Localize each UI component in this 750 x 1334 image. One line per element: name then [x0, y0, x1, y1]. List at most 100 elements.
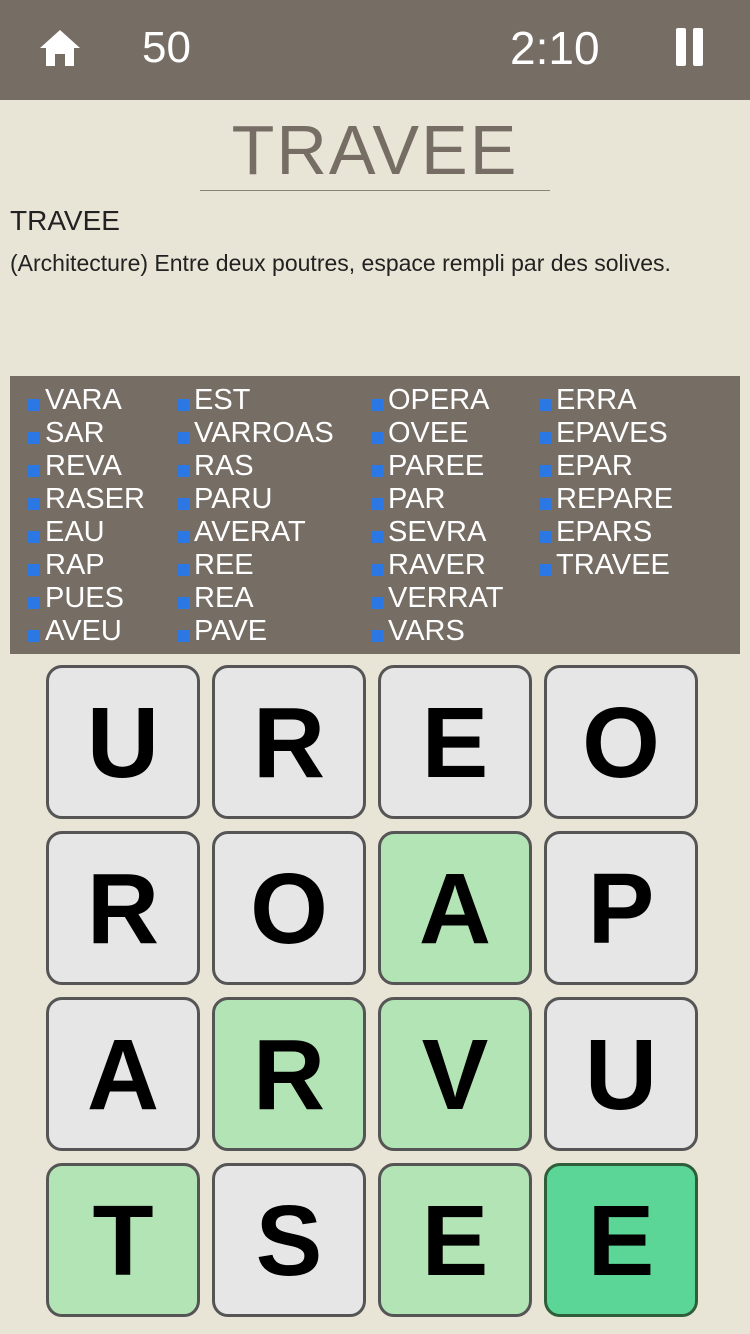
word-bullet-icon	[539, 498, 551, 510]
found-word-label: VERRAT	[388, 582, 504, 614]
word-bullet-icon	[28, 399, 40, 411]
found-word[interactable]: PARU	[177, 483, 334, 516]
found-word[interactable]: VARS	[371, 615, 503, 648]
word-bullet-icon	[28, 564, 40, 576]
found-word-label: SAR	[45, 417, 105, 449]
word-bullet-icon	[28, 597, 40, 609]
word-bullet-icon	[177, 399, 189, 411]
letter-tile[interactable]: A	[378, 831, 532, 985]
found-word-label: RAVER	[388, 549, 486, 581]
word-bullet-icon	[539, 564, 551, 576]
home-button[interactable]	[38, 27, 82, 69]
word-bullet-icon	[177, 498, 189, 510]
found-word-label: EAU	[45, 516, 105, 548]
letter-tile[interactable]: S	[212, 1163, 366, 1317]
found-word-label: PUES	[45, 582, 124, 614]
letter-tile[interactable]: O	[212, 831, 366, 985]
found-word[interactable]: PAR	[371, 483, 503, 516]
letter-tile[interactable]: E	[544, 1163, 698, 1317]
found-word[interactable]: PUES	[28, 582, 145, 615]
definition-text: (Architecture) Entre deux poutres, espac…	[10, 250, 671, 276]
found-word[interactable]: OVEE	[371, 417, 503, 450]
found-word[interactable]: SEVRA	[371, 516, 503, 549]
found-word[interactable]: RAP	[28, 549, 145, 582]
word-bullet-icon	[28, 630, 40, 642]
word-bullet-icon	[177, 531, 189, 543]
word-bullet-icon	[28, 465, 40, 477]
letter-tile[interactable]: E	[378, 665, 532, 819]
found-word[interactable]: TRAVEE	[539, 549, 673, 582]
letter-tile[interactable]: R	[46, 831, 200, 985]
found-word-label: VARA	[45, 384, 122, 416]
found-word-label: REVA	[45, 450, 122, 482]
found-word-label: VARS	[388, 615, 465, 647]
found-word-label: REPARE	[556, 483, 674, 515]
word-bullet-icon	[28, 498, 40, 510]
word-bullet-icon	[177, 630, 189, 642]
found-word[interactable]: REE	[177, 549, 334, 582]
found-word[interactable]: EAU	[28, 516, 145, 549]
found-word-label: OVEE	[388, 417, 469, 449]
found-word[interactable]: EPAR	[539, 450, 673, 483]
found-word-label: PARU	[194, 483, 273, 515]
found-word[interactable]: RASER	[28, 483, 145, 516]
current-word-title: TRAVEE	[231, 111, 519, 189]
found-word[interactable]: RAS	[177, 450, 334, 483]
found-word[interactable]: REPARE	[539, 483, 673, 516]
found-word-label: EPARS	[556, 516, 653, 548]
found-word-label: REA	[194, 582, 254, 614]
definition-word: TRAVEE	[10, 205, 120, 236]
found-word[interactable]: SAR	[28, 417, 145, 450]
found-word[interactable]: PAREE	[371, 450, 503, 483]
top-bar: 50 2:10	[0, 0, 750, 100]
found-word[interactable]: AVERAT	[177, 516, 334, 549]
title-divider	[200, 190, 550, 191]
found-word[interactable]: EPARS	[539, 516, 673, 549]
found-word[interactable]: ERRA	[539, 384, 673, 417]
found-word[interactable]: OPERA	[371, 384, 503, 417]
found-word[interactable]: EPAVES	[539, 417, 673, 450]
word-bullet-icon	[28, 531, 40, 543]
word-bullet-icon	[177, 597, 189, 609]
found-word[interactable]: VARROAS	[177, 417, 334, 450]
letter-tile[interactable]: P	[544, 831, 698, 985]
pause-button[interactable]	[672, 28, 706, 68]
found-word-label: SEVRA	[388, 516, 487, 548]
found-word[interactable]: AVEU	[28, 615, 145, 648]
pause-icon	[676, 28, 686, 66]
letter-tile[interactable]: U	[544, 997, 698, 1151]
word-bullet-icon	[539, 399, 551, 411]
found-words-column-3: OPERA OVEE PAREE PAR SEVRA RAVER VERRAT VARS	[371, 384, 503, 648]
letter-tile[interactable]: U	[46, 665, 200, 819]
found-words-column-2: EST VARROAS RAS PARU AVERAT REE REA PAVE	[177, 384, 334, 648]
letter-tile[interactable]: E	[378, 1163, 532, 1317]
word-bullet-icon	[371, 465, 383, 477]
letter-tile[interactable]: R	[212, 665, 366, 819]
pause-icon-bar	[693, 28, 703, 66]
home-icon	[40, 30, 80, 66]
letter-tile[interactable]: A	[46, 997, 200, 1151]
found-word[interactable]: REA	[177, 582, 334, 615]
found-word[interactable]: VARA	[28, 384, 145, 417]
found-word-label: RAP	[45, 549, 105, 581]
letter-tile[interactable]: O	[544, 665, 698, 819]
word-bullet-icon	[177, 465, 189, 477]
found-word[interactable]: RAVER	[371, 549, 503, 582]
score-value: 50	[142, 23, 191, 72]
found-word-label: RAS	[194, 450, 254, 482]
letter-tile[interactable]: T	[46, 1163, 200, 1317]
found-words-panel: VARA SAR REVA RASER EAU RAP PUES AVEU EST VARROA…	[10, 376, 740, 654]
letter-tile[interactable]: V	[378, 997, 532, 1151]
found-words-column-1: VARA SAR REVA RASER EAU RAP PUES AVEU	[28, 384, 145, 648]
found-word[interactable]: PAVE	[177, 615, 334, 648]
word-bullet-icon	[371, 498, 383, 510]
found-word-label: EPAVES	[556, 417, 668, 449]
timer-value: 2:10	[510, 22, 600, 74]
found-word-label: TRAVEE	[556, 549, 670, 581]
letter-tile[interactable]: R	[212, 997, 366, 1151]
word-bullet-icon	[539, 432, 551, 444]
found-word[interactable]: REVA	[28, 450, 145, 483]
word-bullet-icon	[371, 531, 383, 543]
found-word[interactable]: VERRAT	[371, 582, 503, 615]
found-word[interactable]: EST	[177, 384, 334, 417]
